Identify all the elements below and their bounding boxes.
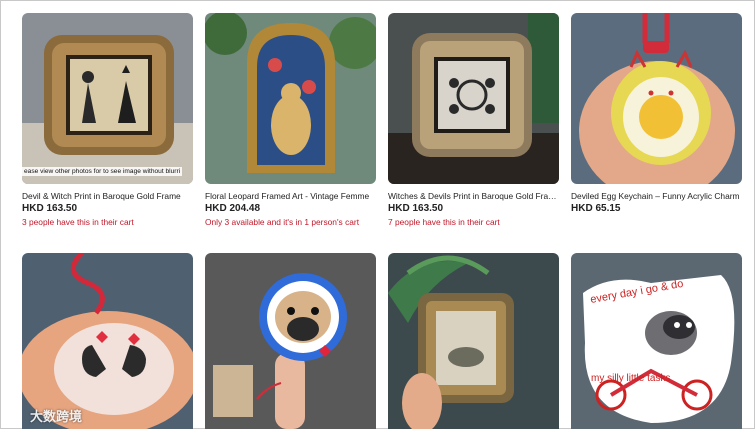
listing-image-crow-keychain[interactable]: 大数跨境 [22, 253, 193, 429]
cart-note: 7 people have this in their cart [388, 217, 500, 227]
cart-note: 3 people have this in their cart [22, 217, 134, 227]
image-overlay-text: ease view other photos for to see image … [22, 167, 183, 176]
listing-image-floral-leopard[interactable] [205, 13, 376, 184]
listing-price: HKD 163.50 [388, 203, 444, 214]
listing-title[interactable]: Deviled Egg Keychain – Funny Acrylic Cha… [571, 191, 742, 201]
listing-title[interactable]: Floral Leopard Framed Art - Vintage Femm… [205, 191, 376, 201]
listing-image-raccoon-sticker[interactable]: every day i go & do my silly little task… [571, 253, 742, 429]
listing-image-devil-witch[interactable]: ease view other photos for to see image … [22, 13, 193, 184]
listing-price: HKD 65.15 [571, 203, 621, 214]
listing-image-deviled-egg-keychain[interactable] [571, 13, 742, 184]
cart-note: Only 3 available and it's in 1 person's … [205, 217, 360, 227]
listing-title[interactable]: Witches & Devils Print in Baroque Gold F… [388, 191, 559, 201]
watermark-text: 大数跨境 [30, 409, 83, 424]
listing-title[interactable]: Devil & Witch Print in Baroque Gold Fram… [22, 191, 193, 201]
listing-image-witches-devils[interactable] [388, 13, 559, 184]
listing-price: HKD 163.50 [22, 203, 78, 214]
listing-image-gold-framed-frog[interactable] [388, 253, 559, 429]
listing-image-pug-sticker[interactable] [205, 253, 376, 429]
svg-text:my silly little tasks: my silly little tasks [591, 373, 670, 384]
listing-price: HKD 204.48 [205, 203, 261, 214]
